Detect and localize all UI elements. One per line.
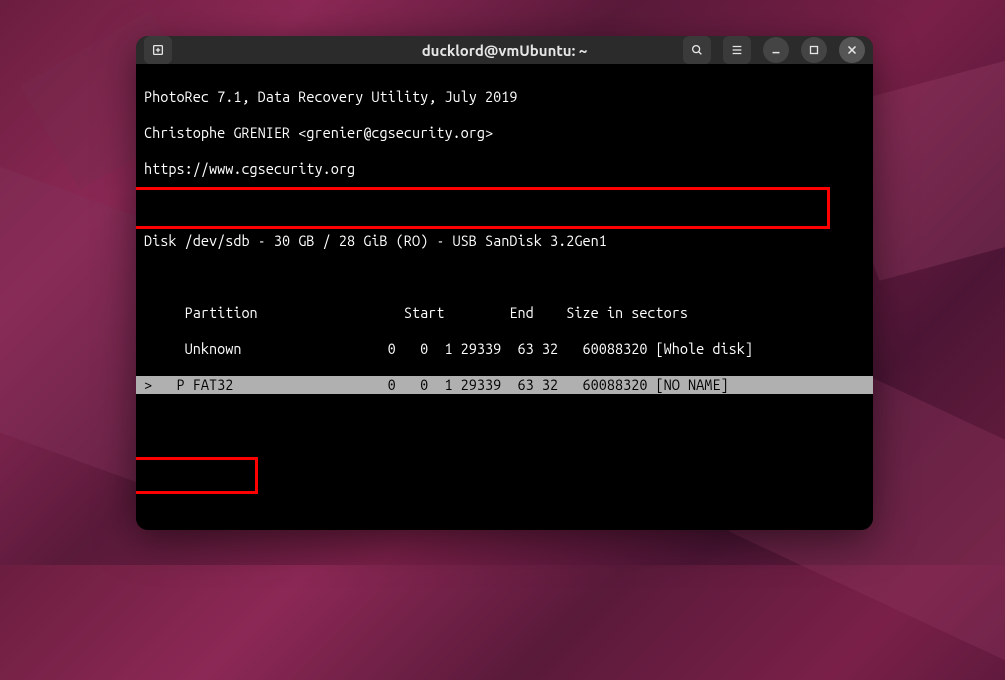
app-header-line: PhotoRec 7.1, Data Recovery Utility, Jul… <box>136 88 873 106</box>
blank-line <box>136 520 873 530</box>
app-url-line: https://www.cgsecurity.org <box>136 160 873 178</box>
partition-row-unknown[interactable]: Unknown 0 0 1 29339 63 32 60088320 [Whol… <box>136 340 873 358</box>
menu-icon <box>730 43 744 57</box>
blank-line <box>136 196 873 214</box>
partition-row-fat32-selected[interactable]: > P FAT32 0 0 1 29339 63 32 60088320 [NO… <box>136 376 873 394</box>
terminal-content[interactable]: PhotoRec 7.1, Data Recovery Utility, Jul… <box>136 64 873 530</box>
hamburger-menu-button[interactable] <box>723 36 751 64</box>
minimize-button[interactable] <box>763 37 789 63</box>
minimize-icon <box>769 43 783 57</box>
close-button[interactable] <box>839 37 865 63</box>
partition-table-header: Partition Start End Size in sectors <box>136 304 873 322</box>
disk-info-line: Disk /dev/sdb - 30 GB / 28 GiB (RO) - US… <box>136 232 873 250</box>
search-button[interactable] <box>683 36 711 64</box>
terminal-window: ducklord@vmUbuntu: ~ <box>136 36 873 530</box>
app-author-line: Christophe GRENIER <grenier@cgsecurity.o… <box>136 124 873 142</box>
new-tab-icon <box>151 43 165 57</box>
blank-line <box>136 484 873 502</box>
maximize-button[interactable] <box>801 37 827 63</box>
maximize-icon <box>807 43 821 57</box>
close-icon <box>845 43 859 57</box>
blank-line <box>136 268 873 286</box>
new-tab-button[interactable] <box>144 36 172 64</box>
blank-line <box>136 448 873 466</box>
blank-line <box>136 412 873 430</box>
titlebar: ducklord@vmUbuntu: ~ <box>136 36 873 64</box>
search-icon <box>690 43 704 57</box>
